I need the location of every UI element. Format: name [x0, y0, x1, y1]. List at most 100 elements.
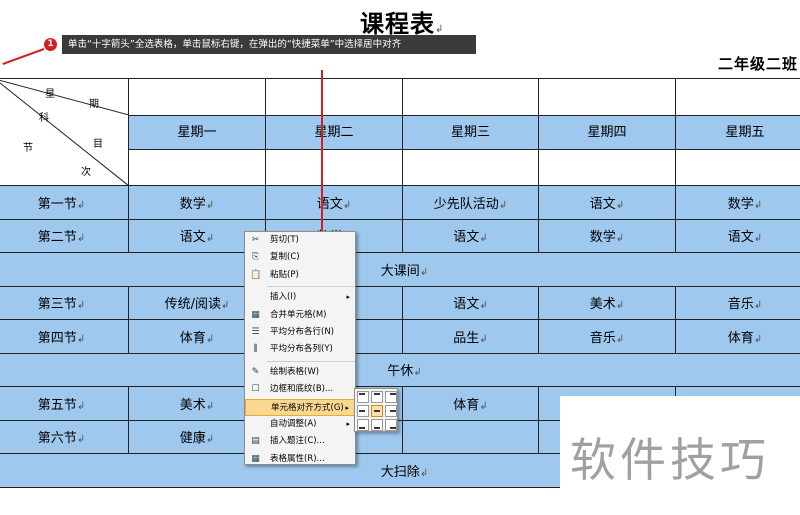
align-option-icon[interactable]	[357, 419, 369, 431]
subject-cell[interactable]: 语文↲	[675, 218, 800, 253]
menu-item[interactable]: ☐ 边框和底纹(B)...	[245, 381, 355, 398]
menu-item[interactable]: 📋 粘贴(P)	[245, 267, 355, 284]
weekday-header-cell[interactable]: 星期一	[128, 78, 266, 186]
paragraph-mark: ↲	[753, 300, 763, 312]
paragraph-mark: ↲	[498, 199, 508, 211]
paragraph-mark: ↲	[221, 300, 230, 312]
paragraph-mark: ↲	[205, 199, 215, 211]
menu-item[interactable]: ⎘ 复制(C)	[245, 249, 355, 266]
menu-item[interactable]: 自动调整(A) ▸	[245, 416, 355, 433]
merge-cells-icon: ▦	[251, 309, 260, 320]
menu-item[interactable]: 单元格对齐方式(G) ▸	[245, 398, 355, 416]
subject-cell[interactable]: 语文↲	[402, 285, 539, 320]
paragraph-mark: ↲	[76, 333, 86, 345]
subject-cell[interactable]: 体育↲	[402, 386, 539, 421]
subject-cell[interactable]: 数学↲	[128, 185, 266, 220]
paragraph-mark: ↲	[413, 367, 422, 379]
subject-cell[interactable]: 品生↲	[402, 319, 539, 354]
menu-item-label: 合并单元格(M)	[270, 309, 327, 320]
paragraph-mark: ↲	[753, 199, 763, 211]
paragraph-mark: ↲	[479, 333, 488, 345]
period-cell[interactable]: 第三节↲	[0, 285, 129, 320]
tip-number-badge: 1	[44, 38, 57, 51]
break-cell[interactable]: 午休↲	[0, 352, 800, 387]
period-cell[interactable]: 第四节↲	[0, 319, 129, 354]
paragraph-mark: ↲	[479, 400, 488, 412]
paragraph-mark: ↲	[753, 233, 763, 245]
paragraph-mark: ↲	[205, 333, 215, 345]
menu-item-label: 平均分布各列(Y)	[270, 344, 333, 355]
subject-cell[interactable]: 语文↲	[538, 185, 676, 220]
subject-cell[interactable]	[402, 419, 539, 454]
subject-cell[interactable]: 音乐↲	[538, 319, 676, 354]
menu-item-label: 平均分布各行(N)	[270, 326, 334, 337]
weekday-header-cell[interactable]: 星期四	[538, 78, 676, 186]
corner-label-xing: 星	[45, 89, 55, 100]
context-menu[interactable]: ✂ 剪切(T) ⎘ 复制(C) 📋 粘贴(P) 插入(I) ▸ ▦ 合并单元格(M) ☰ 平均分布各行…	[244, 231, 356, 465]
menu-item[interactable]: ✎ 绘制表格(W)	[245, 364, 355, 381]
menu-item[interactable]: ⫼ 平均分布各列(Y)	[245, 341, 355, 358]
paragraph-mark: ↲	[205, 434, 215, 446]
paragraph-mark: ↲	[479, 300, 488, 312]
weekday-header-cell[interactable]: 星期五	[675, 78, 800, 186]
menu-item[interactable]: ▦ 表格属性(R)...	[245, 451, 355, 468]
chevron-right-icon: ▸	[346, 293, 350, 302]
paragraph-mark: ↲	[615, 300, 625, 312]
paragraph-mark: ↲	[435, 24, 445, 35]
align-option-icon[interactable]	[385, 419, 397, 431]
paragraph-mark: ↲	[76, 400, 86, 412]
corner-label-ke: 科	[39, 113, 49, 124]
period-cell[interactable]: 第六节↲	[0, 419, 129, 454]
menu-item[interactable]: 插入(I) ▸	[245, 289, 355, 306]
corner-diagonal-lines	[0, 79, 128, 185]
menu-separator	[267, 360, 355, 362]
tip-arrow-left	[2, 48, 45, 65]
paste-icon: 📋	[250, 269, 262, 280]
table-properties-icon: ▦	[251, 453, 260, 464]
menu-item[interactable]: ▦ 合并单元格(M)	[245, 307, 355, 324]
paragraph-mark: ↲	[205, 400, 215, 412]
subject-cell[interactable]: 数学↲	[675, 185, 800, 220]
menu-item[interactable]: ▤ 插入题注(C)...	[245, 433, 355, 450]
menu-item-label: 剪切(T)	[270, 235, 299, 245]
weekday-header-cell[interactable]: 星期二	[265, 78, 403, 186]
break-row: 午休↲	[0, 352, 800, 387]
menu-item-label: 单元格对齐方式(G)	[271, 402, 344, 413]
borders-icon: ☐	[251, 384, 260, 395]
paragraph-mark: ↲	[615, 199, 625, 211]
document-title: 课程表↲	[360, 10, 445, 38]
align-option-icon[interactable]	[385, 391, 397, 403]
subject-cell[interactable]: 语文↲	[402, 218, 539, 253]
subject-cell[interactable]: 语文↲	[265, 185, 403, 220]
align-option-icon[interactable]	[371, 391, 383, 403]
menu-item[interactable]: ☰ 平均分布各行(N)	[245, 324, 355, 341]
period-cell[interactable]: 第五节↲	[0, 386, 129, 421]
subject-cell[interactable]: 数学↲	[538, 218, 676, 253]
align-option-icon[interactable]	[385, 405, 397, 417]
subject-cell[interactable]: 少先队活动↲	[402, 185, 539, 220]
break-cell[interactable]: 大课间↲	[0, 252, 800, 287]
menu-item-label: 边框和底纹(B)...	[270, 384, 334, 395]
paragraph-mark: ↲	[76, 434, 86, 446]
align-option-icon[interactable]	[357, 391, 369, 403]
menu-item-label: 插入(I)	[270, 292, 297, 303]
menu-item-label: 绘制表格(W)	[270, 366, 320, 377]
subject-cell[interactable]: 美术↲	[538, 285, 676, 320]
menu-item[interactable]: ✂ 剪切(T)	[245, 232, 355, 249]
caption-icon: ▤	[251, 436, 260, 447]
corner-header-cell[interactable]: 星 期 科 目 节 次	[0, 78, 129, 186]
align-option-icon[interactable]	[357, 405, 369, 417]
period-row: 第二节↲语文↲数学↲语文↲数学↲语文↲	[0, 218, 800, 253]
weekday-header-cell[interactable]: 星期三	[402, 78, 539, 186]
subject-cell[interactable]: 体育↲	[675, 319, 800, 354]
subject-cell[interactable]: 音乐↲	[675, 285, 800, 320]
paragraph-mark: ↲	[419, 467, 429, 479]
period-row: 第四节↲ 体育↲ 品生↲ 音乐↲ 体育↲	[0, 319, 800, 354]
align-option-icon[interactable]	[371, 405, 383, 417]
cell-alignment-submenu[interactable]	[354, 388, 398, 432]
period-cell[interactable]: 第一节↲	[0, 185, 129, 220]
menu-item-label: 表格属性(R)...	[270, 453, 325, 464]
period-cell[interactable]: 第二节↲	[0, 218, 129, 253]
paragraph-mark: ↲	[342, 199, 352, 211]
align-option-icon[interactable]	[371, 419, 383, 431]
